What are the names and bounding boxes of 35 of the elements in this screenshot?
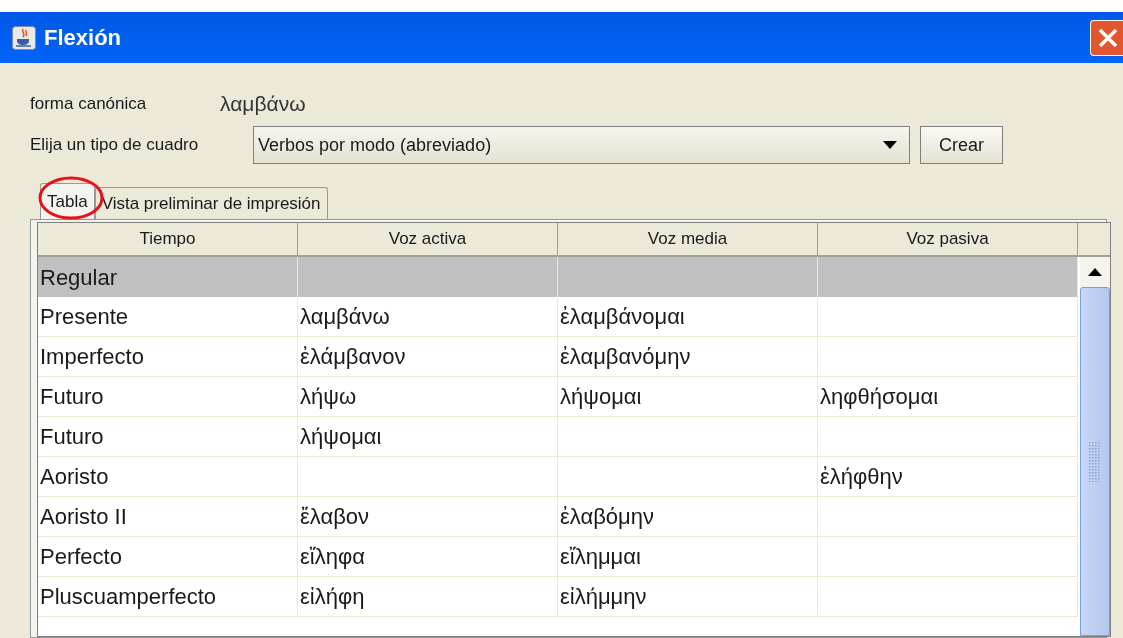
table-cell-text: εἰλήφη xyxy=(300,583,365,611)
column-header[interactable]: Tiempo xyxy=(38,223,298,255)
table-cell-text: Pluscuamperfecto xyxy=(40,583,217,611)
table-cell-text: Aoristo xyxy=(40,463,109,491)
tab[interactable]: Vista preliminar de impresión xyxy=(94,187,328,219)
table-cell-text: λήψω xyxy=(300,383,357,411)
table-cell-text: εἰλήμμην xyxy=(560,583,647,611)
table-cell-text: Futuro xyxy=(40,383,104,411)
window-title: Flexión xyxy=(44,24,121,52)
table-cell-text: εἴληφα xyxy=(300,543,365,571)
table-cell-text: Futuro xyxy=(40,423,104,451)
create-button[interactable]: Crear xyxy=(920,126,1003,164)
column-header[interactable]: Voz activa xyxy=(298,223,558,255)
table-cell-text: Aoristo II xyxy=(40,503,127,531)
column-header[interactable]: Voz pasiva xyxy=(818,223,1078,255)
table-cell-text: ἐλαμβανόμην xyxy=(560,343,691,371)
table-cell-text: ἐλήφθην xyxy=(820,463,903,491)
table-cell-text: λαμβάνω xyxy=(300,303,390,331)
table-cell-text: ἐλαβόμην xyxy=(560,503,654,531)
canonical-form: λαμβάνω xyxy=(220,91,306,118)
table-cell-text: ἐλάμβανον xyxy=(300,343,406,371)
table-cell-text: Regular xyxy=(40,263,118,292)
table-cell-text: ληφθήσομαι xyxy=(820,383,939,411)
field-label: Elija un tipo de cuadro xyxy=(30,134,200,157)
field-label: forma canónica xyxy=(30,93,148,116)
table-cell-text: λήψομαι xyxy=(300,423,382,451)
table-cell-text: Imperfecto xyxy=(40,343,144,371)
table-cell-text: Perfecto xyxy=(40,543,122,571)
column-header[interactable]: Voz media xyxy=(558,223,818,255)
table-cell-text: ἐλαμβάνομαι xyxy=(560,303,685,331)
chart-type-dropdown[interactable]: Verbos por modo (abreviado) xyxy=(253,126,910,164)
table-cell-text: Presente xyxy=(40,303,129,331)
table-cell-text: ἔλαβον xyxy=(300,503,370,531)
table-cell-text: εἴλημμαι xyxy=(560,543,641,571)
table-cell-text: λήψομαι xyxy=(560,383,642,411)
